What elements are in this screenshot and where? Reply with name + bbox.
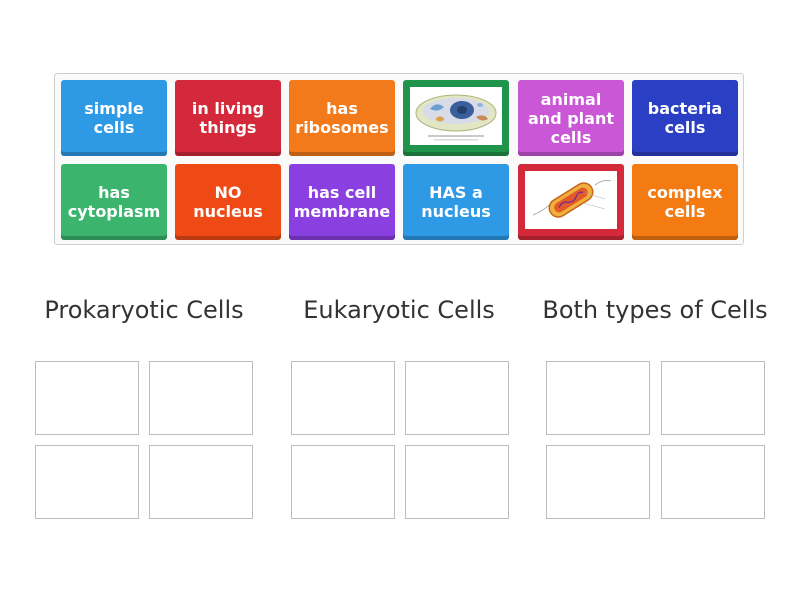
eukaryotic-drop-slot[interactable]: [405, 361, 509, 435]
prokaryotic-drop-slot[interactable]: [35, 361, 139, 435]
prokaryotic-drop-slot[interactable]: [149, 445, 253, 519]
tile-animal-cell-image[interactable]: [403, 80, 509, 156]
both-drop-slot[interactable]: [546, 445, 650, 519]
prokaryotic-drop-slot[interactable]: [149, 361, 253, 435]
both-drop-slot[interactable]: [661, 445, 765, 519]
tile-has-cytoplasm[interactable]: has cytoplasm: [61, 164, 167, 240]
prokaryotic-drop-slot[interactable]: [35, 445, 139, 519]
animal-cell-diagram-icon: [410, 87, 502, 145]
tile-bacteria-cells[interactable]: bacteria cells: [632, 80, 738, 156]
eukaryotic-drop-slot[interactable]: [291, 361, 395, 435]
answer-tray: simple cells in living things has riboso…: [54, 73, 744, 245]
tile-complex-cells[interactable]: complex cells: [632, 164, 738, 240]
both-drop-slot[interactable]: [546, 361, 650, 435]
category-prokaryotic-heading: Prokaryotic Cells: [44, 296, 244, 324]
bacteria-cell-diagram-icon: [525, 171, 617, 229]
tile-no-nucleus[interactable]: NO nucleus: [175, 164, 281, 240]
tile-simple-cells[interactable]: simple cells: [61, 80, 167, 156]
tile-has-a-nucleus[interactable]: HAS a nucleus: [403, 164, 509, 240]
eukaryotic-drop-slot[interactable]: [291, 445, 395, 519]
tile-has-cell-membrane[interactable]: has cell membrane: [289, 164, 395, 240]
both-drop-slot[interactable]: [661, 361, 765, 435]
category-eukaryotic-heading: Eukaryotic Cells: [303, 296, 495, 324]
tile-animal-and-plant-cells[interactable]: animal and plant cells: [518, 80, 624, 156]
eukaryotic-drop-slot[interactable]: [405, 445, 509, 519]
tile-in-living-things[interactable]: in living things: [175, 80, 281, 156]
category-both-heading: Both types of Cells: [542, 296, 768, 324]
tile-bacteria-cell-image[interactable]: [518, 164, 624, 240]
tile-has-ribosomes[interactable]: has ribosomes: [289, 80, 395, 156]
